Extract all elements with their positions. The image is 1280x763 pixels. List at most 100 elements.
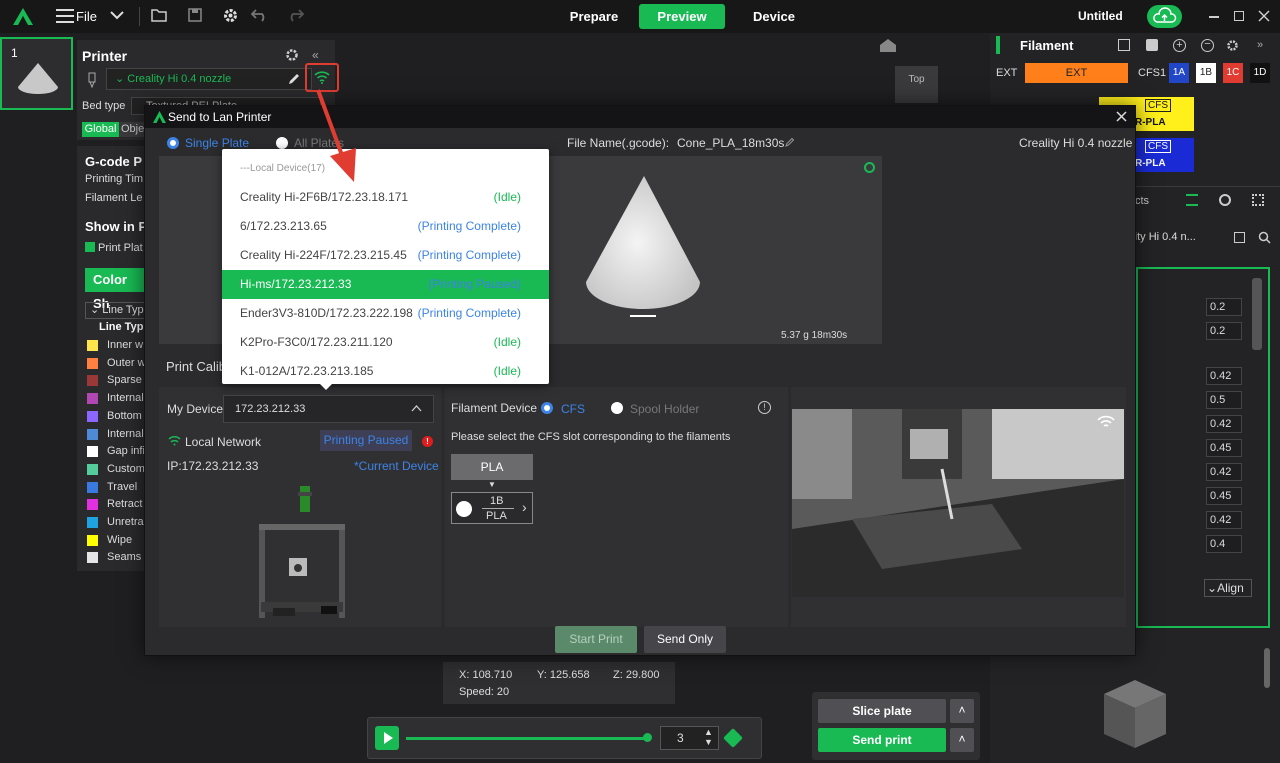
scrollbar[interactable] (1252, 278, 1262, 350)
tab-preview[interactable]: Preview (639, 4, 725, 29)
pla-filament-button[interactable]: PLA (451, 454, 533, 480)
remove-filament-icon[interactable]: − (1201, 39, 1214, 52)
close-icon[interactable] (1116, 111, 1127, 122)
chevron-down-icon[interactable] (110, 10, 124, 20)
layers-icon[interactable] (723, 728, 743, 748)
color-scheme-button[interactable]: Color Sh (85, 268, 145, 311)
cfs-radio[interactable] (541, 402, 553, 414)
alert-icon[interactable]: ! (422, 436, 433, 447)
process-value-field[interactable]: 0.4 (1206, 535, 1242, 553)
device-option[interactable]: Creality Hi-2F6B/172.23.18.171 (Idle) (222, 183, 549, 212)
edit-pencil-icon[interactable] (287, 72, 301, 86)
process-value-field[interactable]: 0.42 (1206, 463, 1242, 481)
nozzle-icon (88, 72, 96, 88)
device-name: K2Pro-F3C0/172.23.211.120 (240, 335, 393, 349)
send-options-icon[interactable]: ˄ (950, 728, 974, 752)
progress-track[interactable] (406, 737, 648, 740)
collapse-icon[interactable]: « (312, 48, 319, 62)
undo-icon[interactable] (251, 9, 268, 22)
process-value-field[interactable]: 0.42 (1206, 511, 1242, 529)
support-tab-icon[interactable] (1219, 194, 1231, 206)
tab-device[interactable]: Device (738, 4, 810, 29)
close-icon[interactable] (1258, 10, 1270, 22)
tab-global[interactable]: Global (82, 122, 119, 137)
ext-slot[interactable]: EXT (1025, 63, 1128, 83)
align-select[interactable]: ⌄Align (1204, 579, 1252, 597)
device-option[interactable]: 6/172.23.213.65 (Printing Complete) (222, 212, 549, 241)
legend-swatch (87, 499, 98, 511)
gear-icon[interactable] (222, 7, 239, 24)
legend-swatch (87, 428, 98, 440)
expand-icon[interactable]: » (1257, 39, 1263, 51)
all-plates-radio[interactable] (276, 137, 288, 149)
send-only-button[interactable]: Send Only (644, 626, 726, 653)
process-value-field[interactable]: 0.45 (1206, 487, 1242, 505)
process-value-field[interactable]: 0.45 (1206, 439, 1242, 457)
legend-item: Internal (87, 391, 144, 405)
cone-preview-image (586, 176, 700, 317)
file-menu[interactable]: File (76, 9, 97, 24)
line-type-select[interactable]: ⌄ Line Typ (85, 302, 145, 319)
stepper-arrows-icon[interactable]: ▲ ▼ (704, 727, 713, 747)
process-value-field[interactable]: 0.42 (1206, 367, 1242, 385)
view-cube-top[interactable]: Top (895, 66, 938, 103)
bed-type-label: Bed type (82, 100, 126, 112)
tab-prepare[interactable]: Prepare (556, 4, 632, 29)
cfs-slot-select[interactable]: 1B PLA › (451, 492, 533, 524)
send-print-button[interactable]: Send print (818, 728, 946, 752)
slice-options-icon[interactable]: ˄ (950, 699, 974, 723)
play-button[interactable] (375, 726, 399, 750)
add-filament-icon[interactable]: + (1173, 39, 1186, 52)
maximize-icon[interactable] (1234, 11, 1244, 21)
process-value-field[interactable]: 0.42 (1206, 415, 1242, 433)
printer-preset-select[interactable]: ⌄ Creality Hi 0.4 nozzle (106, 68, 312, 90)
edit-pencil-icon[interactable] (785, 137, 795, 147)
legend-swatch (87, 393, 98, 405)
file-name-value[interactable]: Cone_PLA_18m30s (677, 136, 784, 150)
network-tab-icon[interactable] (1252, 194, 1264, 206)
scrollbar[interactable] (1264, 648, 1270, 688)
filament-sync-icon[interactable] (1118, 39, 1130, 51)
filament-brush-icon[interactable] (1146, 39, 1158, 51)
process-value-field[interactable]: 0.2 (1206, 298, 1242, 316)
device-option[interactable]: K1-012A/172.23.213.185 (Idle) (222, 357, 549, 386)
process-value-field[interactable]: 0.2 (1206, 322, 1242, 340)
menu-icon[interactable] (56, 8, 74, 24)
slot-1d[interactable]: 1D (1250, 63, 1270, 83)
save-preset-icon[interactable] (1234, 232, 1245, 243)
slice-plate-button[interactable]: Slice plate (818, 699, 946, 723)
device-option[interactable]: K2Pro-F3C0/172.23.211.120 (Idle) (222, 328, 549, 357)
device-option[interactable]: Creality Hi-224F/172.23.215.45 (Printing … (222, 241, 549, 270)
save-icon[interactable] (188, 8, 202, 22)
open-folder-icon[interactable] (151, 8, 168, 23)
redo-icon[interactable] (287, 9, 304, 22)
device-option[interactable]: Hi-ms/172.23.212.33 (Printing Paused) (222, 270, 549, 299)
slot-1a[interactable]: 1A (1169, 63, 1189, 83)
plate-thumbnail[interactable]: 1 (0, 37, 73, 110)
minimize-icon[interactable] (1209, 16, 1219, 18)
slot-1b[interactable]: 1B (1196, 63, 1216, 83)
upload-cloud-button[interactable] (1147, 5, 1182, 28)
arrow-down-icon: ▼ (488, 480, 496, 489)
info-icon[interactable]: ! (758, 401, 771, 414)
single-plate-radio[interactable] (167, 137, 179, 149)
device-option[interactable]: Ender3V3-810D/172.23.222.198 (Printing Co… (222, 299, 549, 328)
filament-settings-icon[interactable] (1226, 39, 1239, 52)
settings-gear-icon[interactable] (285, 48, 299, 62)
spool-holder-radio[interactable] (611, 402, 623, 414)
progress-handle[interactable] (643, 733, 653, 742)
process-tab-icon[interactable] (1186, 194, 1198, 206)
home-icon[interactable] (879, 38, 897, 53)
print-plate-checkbox[interactable] (85, 242, 95, 252)
legend-label: Internal (107, 427, 144, 440)
camera-section (791, 387, 1126, 627)
my-device-select[interactable]: 172.23.212.33 (223, 395, 434, 423)
slot-1c[interactable]: 1C (1223, 63, 1243, 83)
layer-stepper[interactable]: 3 ▲ ▼ (660, 726, 719, 750)
search-icon[interactable] (1258, 231, 1271, 244)
process-value-field[interactable]: 0.5 (1206, 391, 1242, 409)
legend-label: Wipe (107, 533, 133, 546)
view-cube-icon[interactable] (1100, 676, 1170, 750)
start-print-button[interactable]: Start Print (555, 626, 637, 653)
objects-tab[interactable]: cts (1135, 195, 1149, 207)
